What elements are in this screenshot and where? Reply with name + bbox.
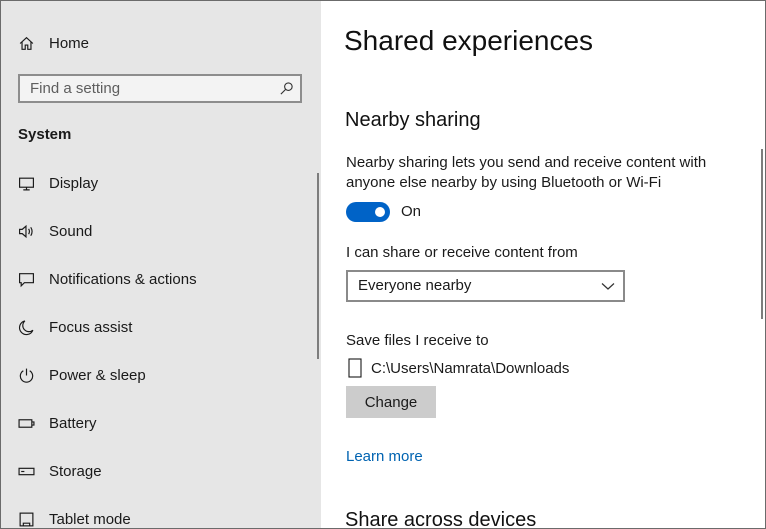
sidebar-item-label: Power & sleep [49,366,146,384]
search-input[interactable] [30,79,270,98]
sidebar-scrollbar[interactable] [317,173,319,359]
sidebar-item-display[interactable]: Display [1,163,321,203]
battery-icon [17,414,35,432]
save-location-label: Save files I receive to [346,332,489,349]
notifications-icon [17,270,35,288]
share-from-label: I can share or receive content from [346,244,578,261]
moon-icon [17,318,35,336]
sidebar: Home System Display Sound [1,1,321,528]
search-icon[interactable] [279,81,294,96]
tablet-icon [17,510,35,528]
file-icon [348,358,362,378]
sidebar-item-battery[interactable]: Battery [1,403,321,443]
chevron-down-icon [601,283,615,290]
sidebar-item-power-sleep[interactable]: Power & sleep [1,355,321,395]
display-icon [17,174,35,192]
section-header: System [18,126,72,143]
sidebar-item-label: Battery [49,414,97,432]
nearby-sharing-toggle[interactable] [346,202,390,222]
toggle-knob [375,207,385,217]
sidebar-item-focus-assist[interactable]: Focus assist [1,307,321,347]
search-box[interactable] [18,74,302,103]
settings-window: Home System Display Sound [0,0,766,529]
home-icon [17,34,35,52]
learn-more-link[interactable]: Learn more [346,448,423,465]
sidebar-item-storage[interactable]: Storage [1,451,321,491]
sidebar-item-label: Sound [49,222,93,240]
sidebar-item-notifications[interactable]: Notifications & actions [1,259,321,299]
power-icon [17,366,35,384]
share-across-devices-heading: Share across devices [345,509,537,529]
main-scrollbar[interactable] [761,149,763,319]
nearby-sharing-description: Nearby sharing lets you send and receive… [346,154,707,191]
sound-icon [17,222,35,240]
toggle-state-label: On [401,203,422,220]
sidebar-item-label: Display [49,174,99,192]
storage-icon [17,462,35,480]
dropdown-value: Everyone nearby [358,277,472,294]
save-location-path: C:\Users\Namrata\Downloads [371,360,570,377]
share-from-dropdown[interactable]: Everyone nearby [346,270,625,302]
sidebar-item-label: Home [49,34,90,52]
sidebar-item-tablet-mode[interactable]: Tablet mode [1,499,321,528]
sidebar-item-label: Storage [49,462,102,480]
sidebar-item-home[interactable]: Home [1,23,321,63]
page-title: Shared experiences [344,25,594,56]
sidebar-item-label: Notifications & actions [49,270,197,288]
sidebar-item-sound[interactable]: Sound [1,211,321,251]
sidebar-item-label: Tablet mode [49,510,131,528]
change-button[interactable]: Change [346,386,436,418]
main-content: Shared experiences Nearby sharing Nearby… [321,1,765,528]
nearby-sharing-heading: Nearby sharing [345,109,481,131]
sidebar-item-label: Focus assist [49,318,133,336]
